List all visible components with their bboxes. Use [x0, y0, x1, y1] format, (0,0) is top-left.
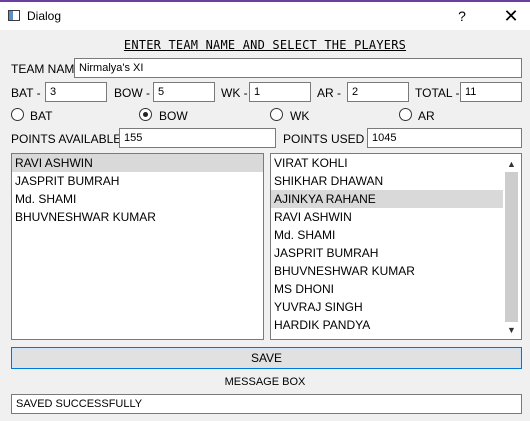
- list-item[interactable]: SHIKHAR DHAWAN: [271, 172, 521, 190]
- list-item[interactable]: AJINKYA RAHANE: [271, 190, 503, 208]
- radio-bat[interactable]: [11, 108, 24, 121]
- list-item[interactable]: VIRAT KOHLI: [271, 154, 521, 172]
- list-item[interactable]: JASPRIT BUMRAH: [12, 172, 263, 190]
- message-box-field[interactable]: SAVED SUCCESSFULLY: [11, 394, 522, 414]
- bat-count-field[interactable]: 3: [45, 82, 107, 102]
- radio-wk[interactable]: [270, 108, 283, 121]
- list-item[interactable]: RAVI ASHWIN: [271, 208, 521, 226]
- radio-bat-label: BAT: [30, 109, 53, 123]
- total-count-label: TOTAL -: [415, 86, 460, 100]
- list-item[interactable]: BHUVNESHWAR KUMAR: [271, 262, 521, 280]
- ar-count-label: AR -: [317, 86, 341, 100]
- wk-count-label: WK -: [221, 86, 248, 100]
- scroll-up-icon[interactable]: ▲: [505, 156, 518, 172]
- points-used-label: POINTS USED -: [283, 132, 372, 146]
- close-icon[interactable]: ✕: [496, 4, 526, 28]
- window-title: Dialog: [27, 9, 62, 23]
- team-name-field[interactable]: Nirmalya's XI: [74, 58, 522, 78]
- scroll-down-icon[interactable]: ▼: [505, 322, 518, 338]
- page-heading: ENTER TEAM NAME AND SELECT THE PLAYERS: [123, 38, 407, 52]
- list-item[interactable]: YUVRAJ SINGH: [271, 298, 521, 316]
- list-item[interactable]: MS DHONI: [271, 280, 521, 298]
- radio-bow-label: BOW: [159, 109, 188, 123]
- team-name-label: TEAM NAME: [11, 62, 83, 76]
- save-button[interactable]: SAVE: [11, 347, 522, 369]
- list-item[interactable]: Md. SHAMI: [271, 226, 521, 244]
- points-available-field[interactable]: 155: [119, 128, 276, 148]
- bow-count-label: BOW -: [114, 86, 150, 100]
- wk-count-field[interactable]: 1: [249, 82, 311, 102]
- list-item[interactable]: RAVI ASHWIN: [12, 154, 263, 172]
- message-box-label: MESSAGE BOX: [224, 376, 306, 388]
- list-item[interactable]: BHUVNESHWAR KUMAR: [12, 208, 263, 226]
- total-count-field[interactable]: 11: [460, 82, 522, 102]
- radio-ar-label: AR: [418, 109, 435, 123]
- radio-bow[interactable]: [139, 108, 152, 121]
- points-available-label: POINTS AVAILABLE -: [11, 132, 129, 146]
- title-bar: Dialog ? ✕: [0, 2, 530, 30]
- ar-count-field[interactable]: 2: [347, 82, 409, 102]
- radio-wk-label: WK: [290, 109, 310, 123]
- bat-count-label: BAT -: [11, 86, 41, 100]
- list-item[interactable]: HARDIK PANDYA: [271, 316, 521, 334]
- points-used-field[interactable]: 1045: [367, 128, 522, 148]
- list-item[interactable]: JASPRIT BUMRAH: [271, 244, 521, 262]
- available-players-list[interactable]: VIRAT KOHLI SHIKHAR DHAWAN AJINKYA RAHAN…: [270, 153, 522, 340]
- app-window-icon: [8, 10, 20, 21]
- scrollbar-thumb[interactable]: [505, 172, 518, 322]
- list-item[interactable]: Md. SHAMI: [12, 190, 263, 208]
- help-button[interactable]: ?: [449, 4, 475, 28]
- radio-ar[interactable]: [399, 108, 412, 121]
- bow-count-field[interactable]: 5: [153, 82, 215, 102]
- selected-players-list[interactable]: RAVI ASHWIN JASPRIT BUMRAH Md. SHAMI BHU…: [11, 153, 264, 340]
